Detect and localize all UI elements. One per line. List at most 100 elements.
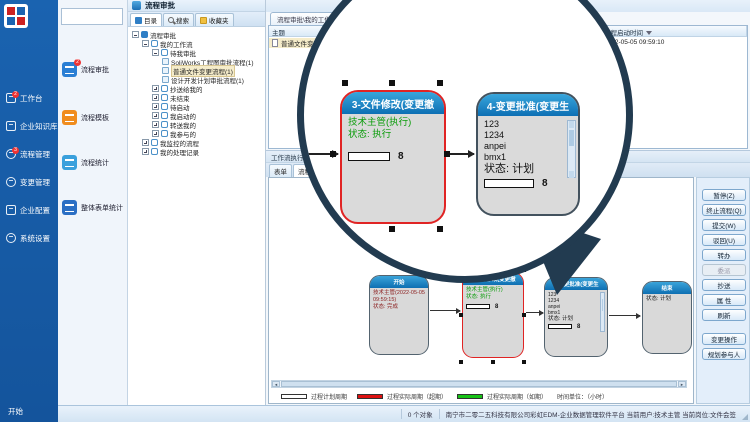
collapse-icon[interactable] [152, 49, 159, 56]
sort-desc-icon [646, 31, 652, 35]
workflow-folder-icon [151, 139, 158, 146]
terminate-button[interactable]: 终止流程(Q) [702, 204, 746, 216]
sidebar-item-knowledge[interactable]: 企业知识库 [0, 112, 58, 140]
expand-icon[interactable] [152, 130, 159, 137]
progress-bar [348, 152, 390, 161]
selection-handle[interactable] [389, 80, 395, 86]
sidebar-item-process[interactable]: 3 流程管理 [0, 140, 58, 168]
tree-item-my-workflow[interactable]: 我的工作流 [128, 39, 265, 48]
expand-icon[interactable] [152, 85, 159, 92]
workflow-folder-icon [161, 94, 168, 101]
node-title: 4-变更批准(变更生 [478, 94, 578, 116]
selection-handle[interactable] [459, 360, 463, 364]
workflow-folder-icon [161, 130, 168, 137]
statusbar-divider [439, 409, 440, 419]
tree-item-cc-to-me[interactable]: 抄送给我的 [128, 84, 265, 93]
tree-item-root[interactable]: 流程审批 [128, 30, 265, 39]
flow-arrow [526, 312, 543, 313]
selection-handle[interactable] [459, 313, 463, 317]
selection-handle[interactable] [342, 226, 348, 232]
catalog-title: 流程审批 [145, 0, 175, 11]
tab-form[interactable]: 表单 [269, 164, 292, 177]
root-icon [141, 31, 148, 38]
tab-search[interactable]: 搜索 [163, 13, 194, 26]
expand-icon[interactable] [142, 139, 149, 146]
col-start-time[interactable]: 流程启动时间 [601, 26, 747, 36]
flow-arrow [430, 310, 460, 311]
start-button[interactable]: 开始 [8, 406, 23, 417]
selection-handle[interactable] [522, 360, 526, 364]
scroll-right-icon[interactable]: ► [678, 381, 686, 387]
change-operation-button[interactable]: 变更操作 [702, 333, 746, 345]
selection-handle[interactable] [491, 360, 495, 364]
tab-catalog[interactable]: 目录 [130, 13, 162, 26]
expand-icon[interactable] [152, 103, 159, 110]
node-line: anpei [484, 141, 572, 152]
scrollbar-thumb[interactable] [281, 381, 677, 387]
node-start[interactable]: 开始 技术主管(2022-05-05 09:59:15) 状态: 完成 [369, 275, 429, 355]
horizontal-scrollbar[interactable]: ◄ ► [271, 380, 687, 388]
duration-legend: 过程计划周期 过程实际周期（超期） 过程实际周期（如期） 时间单位：（小时） [271, 391, 691, 401]
node-status: 状态: 完成 [373, 304, 425, 311]
tree-item-history[interactable]: 我的处理记录 [128, 147, 265, 156]
selection-handle[interactable] [389, 226, 395, 232]
cc-button[interactable]: 抄送 [702, 279, 746, 291]
expand-icon[interactable] [152, 94, 159, 101]
legend-plan-swatch [281, 394, 307, 399]
selection-handle[interactable] [330, 151, 336, 157]
expand-icon[interactable] [152, 112, 159, 119]
mag-node-change-approve[interactable]: 4-变更批准(变更生 123 1234 anpei bmx1 状态: 计划 8 [476, 92, 580, 216]
selection-handle[interactable] [437, 226, 443, 232]
approval-badge: 2 [74, 59, 81, 66]
selection-handle[interactable] [444, 151, 450, 157]
module-item-stats[interactable]: 流程统计 [62, 155, 109, 170]
selection-handle[interactable] [342, 80, 348, 86]
expand-icon[interactable] [152, 121, 159, 128]
flow-doc-icon [162, 67, 169, 74]
tree-item-unfinished[interactable]: 未结束 [128, 93, 265, 102]
node-status: 状态: 计划 [484, 164, 572, 175]
expand-icon[interactable] [142, 148, 149, 155]
mag-node-file-modify[interactable]: 3-文件修改(变更撤 技术主管(执行) 状态: 执行 8 [340, 90, 446, 224]
tab-label: 表单 [274, 166, 287, 176]
main-sidebar: 2 工作台 企业知识库 3 流程管理 变更管理 企业配置 系统设置 开始 [0, 0, 58, 422]
legend-label: 过程实际周期（如期） [487, 392, 547, 401]
app-logo [4, 4, 28, 28]
sidebar-item-label: 系统设置 [20, 233, 50, 244]
workflow-folder-icon [161, 121, 168, 128]
transfer-button[interactable]: 转办 [702, 249, 746, 261]
workflow-folder-icon [161, 49, 168, 56]
plan-participants-button[interactable]: 规划参与人 [702, 348, 746, 360]
tree-item-started-by-me[interactable]: 我启动的 [128, 111, 265, 120]
module-item-template[interactable]: 流程模板 [62, 110, 109, 125]
selection-handle[interactable] [437, 80, 443, 86]
sidebar-item-config[interactable]: 企业配置 [0, 196, 58, 224]
resize-grip-icon [742, 414, 748, 420]
tree-item-to-start[interactable]: 待启动 [128, 102, 265, 111]
node-line: 1234 [484, 130, 572, 141]
collapse-icon[interactable] [132, 31, 139, 38]
reject-button[interactable]: 驳回(U) [702, 234, 746, 246]
collapse-icon[interactable] [142, 40, 149, 47]
refresh-button[interactable]: 刷新 [702, 309, 746, 321]
module-search-input[interactable] [61, 8, 123, 25]
submit-button[interactable]: 提交(W) [702, 219, 746, 231]
node-end[interactable]: 结束 状态: 计划 [642, 281, 692, 354]
tab-label: 搜索 [176, 15, 189, 25]
tree-item-forwarded-to-me[interactable]: 转送我的 [128, 120, 265, 129]
node-line: 09:59:15) [373, 297, 425, 304]
workflow-folder-icon [161, 103, 168, 110]
node-line: 123 [484, 119, 572, 130]
selection-handle[interactable] [522, 313, 526, 317]
sidebar-item-change[interactable]: 变更管理 [0, 168, 58, 196]
node-scrollbar[interactable] [567, 120, 576, 178]
tab-favorites[interactable]: 收藏夹 [195, 13, 234, 26]
window-icon [132, 1, 141, 10]
pause-button[interactable]: 暂停(Z) [702, 189, 746, 201]
scroll-left-icon[interactable]: ◄ [272, 381, 280, 387]
properties-button[interactable]: 属 性 [702, 294, 746, 306]
sidebar-item-workbench[interactable]: 2 工作台 [0, 84, 58, 112]
module-item-form-stats[interactable]: 整体表单统计 [62, 200, 123, 215]
sidebar-item-settings[interactable]: 系统设置 [0, 224, 58, 252]
module-item-approval[interactable]: 2 流程审批 [62, 62, 109, 77]
